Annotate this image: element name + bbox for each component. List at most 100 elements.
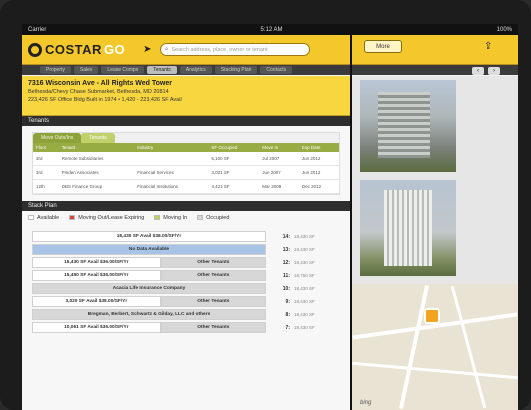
floor-row[interactable]: Acacia Life Insurance Company 10: 18,430 S… — [32, 283, 340, 294]
floor-number: 10: — [282, 285, 290, 292]
legend-swatch — [28, 215, 34, 221]
map-road — [398, 284, 430, 410]
floor-row[interactable]: 15,450 SF Avail $36.00/SF/Yr Other Tenant… — [32, 270, 340, 281]
share-icon[interactable]: ⇪ — [484, 41, 492, 52]
floor-segment[interactable]: Acacia Life Insurance Company — [32, 283, 266, 294]
logo-suffix: GO — [103, 42, 126, 57]
legend-item: Moving In — [154, 215, 187, 221]
floor-row[interactable]: No Data Available 13: 18,430 SF — [32, 244, 340, 255]
building-photo-1[interactable] — [360, 80, 456, 172]
floor-segment[interactable]: Other Tenants — [160, 322, 266, 333]
floor-segment[interactable]: Other Tenants — [160, 257, 266, 268]
costar-logo[interactable]: COSTAR GO — [28, 42, 125, 57]
floor-segment[interactable]: Other Tenants — [160, 270, 266, 281]
legend-item: Moving Out/Lease Expiring — [69, 215, 144, 221]
map-road — [352, 361, 518, 380]
floor-bar: No Data Available — [32, 244, 266, 255]
floor-row[interactable]: Bregman, Berbert, Schwartz & Gilday, LLC… — [32, 309, 340, 320]
legend-item: Occupied — [197, 215, 229, 221]
stack-legend: Available Moving Out/Lease Expiring Moving… — [22, 211, 350, 225]
tab-tenants[interactable]: Tenants — [147, 66, 177, 74]
tab-contacts[interactable]: Contacts — [260, 66, 293, 74]
tenants-table: Floor Tenant Industry SF Occupied Move In Exp… — [33, 143, 339, 194]
search-placeholder: Search address, place, owner or tenant — [171, 46, 268, 53]
floor-number: 8: — [285, 311, 290, 318]
table-row[interactable]: 3rd Pinden Associates Financial Services 3,… — [33, 165, 339, 180]
property-summary: 223,426 SF Office Bldg Built in 1974 • 1… — [28, 97, 182, 103]
column-header[interactable]: Floor — [33, 143, 59, 152]
section-tabs: Property Sales Lease Comps Tenants Analytics… — [22, 65, 518, 75]
table-cell: Jun 2012 — [298, 165, 339, 180]
tab-tenants[interactable]: Tenants — [81, 133, 115, 143]
floor-segment[interactable]: 15,450 SF Avail $36.00/SF/Yr — [32, 270, 161, 281]
tab-property[interactable]: Property — [40, 66, 71, 74]
search-icon: ⌕ — [164, 45, 169, 53]
floor-segment[interactable]: 18,430 SF Avail $38.00/SF/Yr — [32, 231, 266, 242]
tab-lease-comps[interactable]: Lease Comps — [101, 66, 145, 74]
legend-swatch — [197, 215, 204, 221]
legend-swatch — [154, 215, 161, 221]
column-header[interactable]: Tenant — [58, 143, 135, 152]
location-arrow-icon[interactable]: ➤ — [143, 44, 151, 55]
media-panel: bing — [352, 76, 518, 410]
table-cell: Mar 2008 — [259, 179, 299, 194]
legend-label: Occupied — [206, 215, 230, 221]
floor-area: 18,430 SF — [294, 260, 315, 265]
legend-label: Available — [37, 215, 60, 221]
floor-area: 18,430 SF — [294, 299, 315, 304]
legend-label: Moving In — [163, 215, 188, 221]
table-cell: Jun 2012 — [298, 152, 339, 166]
floor-bar: 15,450 SF Avail $36.00/SF/Yr Other Tenant… — [32, 270, 266, 281]
floor-bar: 18,430 SF Avail $38.00/SF/Yr — [32, 231, 266, 242]
floor-segment[interactable]: 3,020 SF Avail $38.00/SF/Yr — [32, 296, 161, 307]
table-cell: 3rd — [33, 165, 59, 180]
property-location: Bethesda/Chevy Chase Submarket, Bethesda… — [28, 89, 169, 95]
floor-segment[interactable]: Other Tenants — [160, 296, 266, 307]
tablet-frame: Carrier 5:12 AM 100% COSTAR GO ➤ ⌕ Searc… — [0, 0, 531, 410]
floor-row[interactable]: 18,430 SF Avail $38.00/SF/Yr 14: 18,430 SF — [32, 231, 340, 242]
table-cell: Jun 2007 — [259, 165, 299, 180]
tenant-tab-bar: Move Outs/Ins Tenants — [33, 133, 339, 143]
map-pin-icon[interactable] — [424, 308, 440, 324]
floor-segment[interactable]: 16,430 SF Avail $36.00/SF/Yr — [32, 257, 161, 268]
floor-area: 18,430 SF — [294, 247, 315, 252]
floor-segment[interactable]: 10,061 SF Avail $36.00/SF/Yr — [32, 322, 161, 333]
table-cell: 3rd — [33, 152, 59, 166]
status-bar: Carrier 5:12 AM 100% — [22, 24, 518, 35]
logo-text: COSTAR — [45, 42, 102, 57]
floor-number: 12: — [282, 259, 290, 266]
column-header[interactable]: Industry — [134, 143, 209, 152]
column-header[interactable]: SF Occupied — [208, 143, 260, 152]
property-header: 7316 Wisconsin Ave - All Rights Wed Towe… — [22, 76, 350, 116]
column-header[interactable]: Move In — [259, 143, 299, 152]
table-cell — [134, 152, 209, 166]
floor-segment[interactable]: No Data Available — [32, 244, 266, 255]
building-photo-2[interactable] — [360, 180, 456, 276]
tab-analytics[interactable]: Analytics — [179, 66, 212, 74]
prev-arrow-icon[interactable]: ‹ — [472, 67, 484, 75]
map-road — [450, 285, 487, 409]
floor-row[interactable]: 3,020 SF Avail $38.00/SF/Yr Other Tenants… — [32, 296, 340, 307]
table-cell: Financial Services — [134, 165, 209, 180]
tab-stacking-plan[interactable]: Stacking Plan — [214, 66, 258, 74]
carrier-label: Carrier — [28, 26, 47, 33]
location-map[interactable]: bing — [352, 284, 518, 410]
next-arrow-icon[interactable]: › — [488, 67, 500, 75]
floor-area: 18,430 SF — [294, 234, 315, 239]
battery-label: 100% — [496, 26, 512, 33]
floor-bar: Acacia Life Insurance Company — [32, 283, 266, 294]
table-cell: 5,100 SF — [208, 152, 260, 166]
search-input[interactable]: ⌕ Search address, place, owner or tenant — [159, 43, 310, 56]
floor-bar: 3,020 SF Avail $38.00/SF/Yr Other Tenants — [32, 296, 266, 307]
tab-sales[interactable]: Sales — [73, 66, 99, 74]
table-row[interactable]: 3rd Remote Subsidiaries 5,100 SF Jul 2007 Ju… — [33, 152, 339, 166]
floor-row[interactable]: 10,061 SF Avail $36.00/SF/Yr Other Tenant… — [32, 322, 340, 333]
more-button[interactable]: More — [364, 40, 402, 53]
tab-move-outs[interactable]: Move Outs/Ins — [33, 133, 82, 143]
floor-area: 18,430 SF — [294, 286, 315, 291]
column-header[interactable]: Exp Date — [298, 143, 339, 152]
app-screen: Carrier 5:12 AM 100% COSTAR GO ➤ ⌕ Searc… — [22, 24, 518, 410]
floor-segment[interactable]: Bregman, Berbert, Schwartz & Gilday, LLC… — [32, 309, 266, 320]
table-row[interactable]: 12th DBS Finance Group Financial Instituti… — [33, 179, 339, 194]
floor-row[interactable]: 16,430 SF Avail $36.00/SF/Yr Other Tenant… — [32, 257, 340, 268]
